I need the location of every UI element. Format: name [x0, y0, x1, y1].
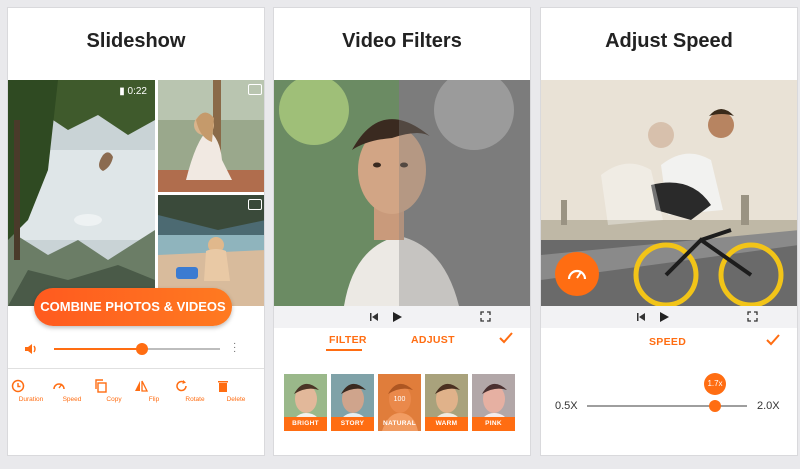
playback-bar [541, 306, 797, 328]
speed-badge[interactable] [555, 252, 599, 296]
panel-title: Video Filters [342, 30, 462, 52]
video-filters-panel: Video Filters FILTER ADJUST BRIGHT STORY [273, 7, 531, 456]
thumb-label: PINK [472, 417, 515, 431]
image-icon [248, 84, 262, 95]
more-options-icon[interactable]: · · · [233, 339, 236, 357]
volume-track[interactable] [54, 343, 220, 355]
tool-label: Rotate [185, 396, 205, 403]
filter-preview-image [274, 80, 530, 306]
duration-text: 0:22 [127, 86, 147, 97]
video-duration-badge: ▮ 0:22 [119, 86, 147, 97]
clock-icon [11, 379, 25, 393]
filter-thumb-warm[interactable]: WARM [425, 374, 468, 431]
tool-label: Copy [106, 396, 122, 403]
skip-back-icon[interactable] [636, 312, 646, 322]
speed-slider-knob[interactable] [709, 400, 721, 412]
speed-slider-track[interactable]: 1.7x [587, 373, 747, 412]
slideshow-panel: Slideshow ▮ 0:22 COMBINE PHOTOS & VIDEOS… [7, 7, 265, 456]
adjust-speed-panel: Adjust Speed SPEED 0.5X 2.0X 1.7x [540, 7, 798, 456]
panel-title: Adjust Speed [605, 30, 733, 52]
tab-filter[interactable]: FILTER [329, 334, 367, 346]
play-icon[interactable] [392, 311, 403, 323]
active-tab-underline [326, 349, 362, 351]
thumb-label: STORY [331, 417, 374, 431]
trash-icon [218, 381, 228, 392]
image-icon [248, 199, 262, 210]
tool-flip[interactable]: Flip [134, 379, 174, 403]
video-camera-icon: ▮ [119, 86, 125, 97]
filter-thumb-story[interactable]: STORY [331, 374, 374, 431]
tool-label: Speed [62, 396, 82, 403]
filter-thumb-bright[interactable]: BRIGHT [284, 374, 327, 431]
thumb-label: NATURAL [382, 420, 417, 427]
tool-speed[interactable]: Speed [52, 379, 92, 403]
speedometer-icon [567, 269, 587, 280]
playback-bar [274, 306, 530, 328]
volume-slider-knob[interactable] [135, 343, 148, 355]
tool-rotate[interactable]: Rotate [175, 379, 215, 403]
copy-icon [95, 379, 107, 393]
speed-max-label: 2.0X [757, 400, 780, 412]
skip-back-icon[interactable] [369, 312, 379, 322]
filter-intensity-value: 100 [393, 396, 406, 403]
confirm-check-icon[interactable] [766, 334, 780, 346]
thumb-label: BRIGHT [284, 417, 327, 431]
combine-photos-videos-button[interactable]: COMBINE PHOTOS & VIDEOS [34, 288, 232, 326]
tab-speed[interactable]: SPEED [649, 336, 686, 348]
tool-label: Delete [226, 396, 246, 403]
speed-value-bubble: 1.7x [704, 373, 726, 395]
play-icon[interactable] [659, 311, 670, 323]
speed-min-label: 0.5X [555, 400, 578, 412]
divider [8, 368, 264, 369]
tab-adjust[interactable]: ADJUST [411, 334, 455, 346]
large-photo-tile[interactable]: ▮ 0:22 [8, 80, 155, 306]
confirm-check-icon[interactable] [499, 332, 513, 344]
volume-fill [54, 348, 142, 350]
filter-thumb-natural[interactable]: 100 NATURAL [378, 374, 421, 431]
speedometer-icon [53, 383, 65, 390]
volume-icon[interactable] [24, 342, 38, 356]
tool-label: Flip [148, 396, 160, 403]
tool-duration[interactable]: Duration [11, 379, 51, 403]
filter-thumb-pink[interactable]: PINK [472, 374, 515, 431]
fullscreen-icon[interactable] [480, 311, 491, 322]
thumb-label: WARM [425, 417, 468, 431]
flip-icon [135, 380, 148, 392]
tool-copy[interactable]: Copy [94, 379, 134, 403]
panel-title: Slideshow [86, 30, 186, 52]
tool-delete[interactable]: Delete [216, 379, 256, 403]
rotate-icon [176, 380, 187, 392]
photo-tile-girl[interactable] [158, 80, 264, 192]
tool-label: Duration [18, 396, 44, 403]
fullscreen-icon[interactable] [747, 311, 758, 322]
